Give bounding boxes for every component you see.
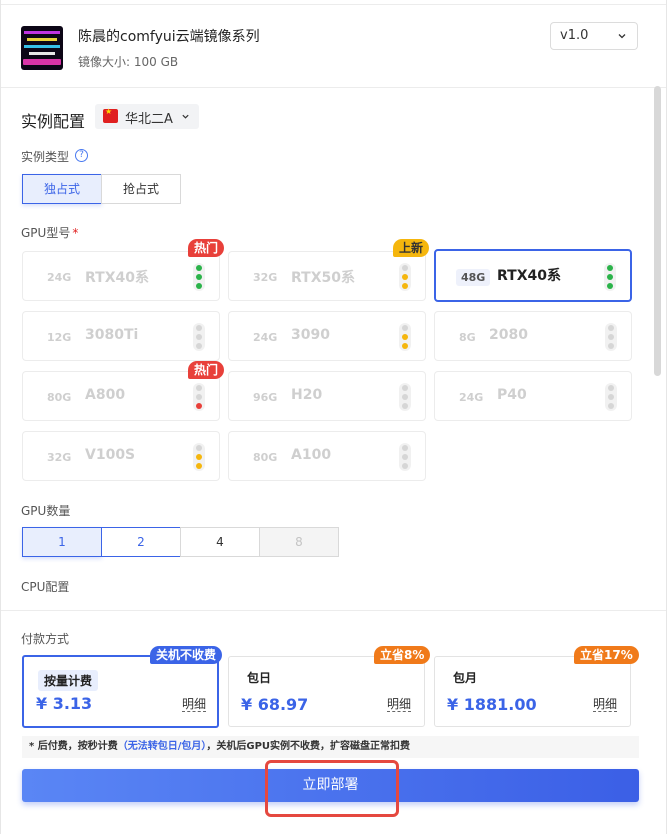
gpu-model-label: GPU型号 * [21, 226, 79, 240]
detail-link[interactable]: 明细 [593, 697, 618, 712]
image-header: 陈晨的comfyui云端镜像系列 镜像大小: 100 GB v1.0 [1, 5, 666, 88]
detail-link[interactable]: 明细 [387, 697, 412, 712]
deploy-panel: 陈晨的comfyui云端镜像系列 镜像大小: 100 GB v1.0 实例配置 … [0, 0, 667, 834]
image-size: 镜像大小: 100 GB [78, 55, 179, 69]
new-badge: 上新 [393, 239, 430, 257]
section-title: 实例配置 [21, 112, 86, 131]
image-title: 陈晨的comfyui云端镜像系列 [78, 29, 260, 45]
gpu-card[interactable]: 32G V100S [22, 431, 220, 481]
type-preemptible-button[interactable]: 抢占式 [101, 174, 181, 204]
region-value: 华北二A [125, 112, 173, 127]
chevron-down-icon [618, 34, 626, 39]
gpu-count-4-button[interactable]: 4 [180, 527, 260, 557]
help-icon[interactable]: ? [75, 149, 88, 162]
chevron-down-icon [182, 114, 189, 119]
gpu-card[interactable]: 12G 3080Ti [22, 311, 220, 361]
availability-indicator-icon [399, 263, 411, 291]
gpu-card[interactable]: 8G 2080 [434, 311, 632, 361]
gpu-count-8-button[interactable]: 8 [259, 527, 339, 557]
scrollbar-thumb[interactable] [654, 86, 661, 376]
region-select[interactable]: 华北二A [95, 104, 199, 129]
china-flag-icon [103, 107, 118, 123]
availability-indicator-icon [193, 383, 205, 411]
instance-type-label: 实例类型 [21, 150, 70, 164]
availability-indicator-icon [604, 263, 616, 291]
highlight-box [265, 760, 399, 817]
availability-indicator-icon [399, 323, 411, 351]
gpu-count-label: GPU数量 [21, 504, 71, 518]
type-exclusive-button[interactable]: 独占式 [22, 174, 102, 204]
availability-indicator-icon [193, 263, 205, 291]
image-thumbnail [21, 26, 63, 70]
version-select[interactable]: v1.0 [550, 22, 638, 50]
gpu-count-2-button[interactable]: 2 [101, 527, 181, 557]
billing-label: 付款方式 [21, 632, 70, 646]
gpu-card[interactable]: 80G A100 [228, 431, 426, 481]
hot-badge: 热门 [188, 239, 225, 257]
availability-indicator-icon [605, 323, 617, 351]
availability-indicator-icon [605, 383, 617, 411]
availability-indicator-icon [399, 443, 411, 471]
cpu-config-label: CPU配置 [21, 580, 70, 594]
gpu-card[interactable]: 24G RTX40系 [22, 251, 220, 301]
section-divider [1, 610, 666, 611]
availability-indicator-icon [193, 443, 205, 471]
save-badge: 立省8% [374, 646, 431, 664]
gpu-card[interactable]: 24G P40 [434, 371, 632, 421]
gpu-card-selected[interactable]: 48G RTX40系 [434, 249, 632, 302]
billing-option-monthly[interactable]: 包月 ¥ 1881.00 明细 [434, 656, 631, 727]
gpu-card[interactable]: 32G RTX50系 [228, 251, 426, 301]
gpu-count-1-button[interactable]: 1 [22, 527, 102, 557]
billing-note: * 后付费，按秒计费（无法转包日/包月），关机后GPU实例不收费，扩容磁盘正常扣… [22, 736, 639, 758]
gpu-card[interactable]: 96G H20 [228, 371, 426, 421]
billing-option-pay-as-you-go[interactable]: 按量计费 ¥ 3.13 明细 [22, 655, 219, 728]
billing-option-daily[interactable]: 包日 ¥ 68.97 明细 [228, 656, 425, 727]
version-value: v1.0 [560, 28, 589, 43]
availability-indicator-icon [399, 383, 411, 411]
gpu-card[interactable]: 24G 3090 [228, 311, 426, 361]
no-charge-badge: 关机不收费 [150, 646, 223, 664]
hot-badge: 热门 [188, 361, 225, 379]
save-badge: 立省17% [574, 646, 639, 664]
detail-link[interactable]: 明细 [182, 697, 207, 712]
availability-indicator-icon [193, 323, 205, 351]
